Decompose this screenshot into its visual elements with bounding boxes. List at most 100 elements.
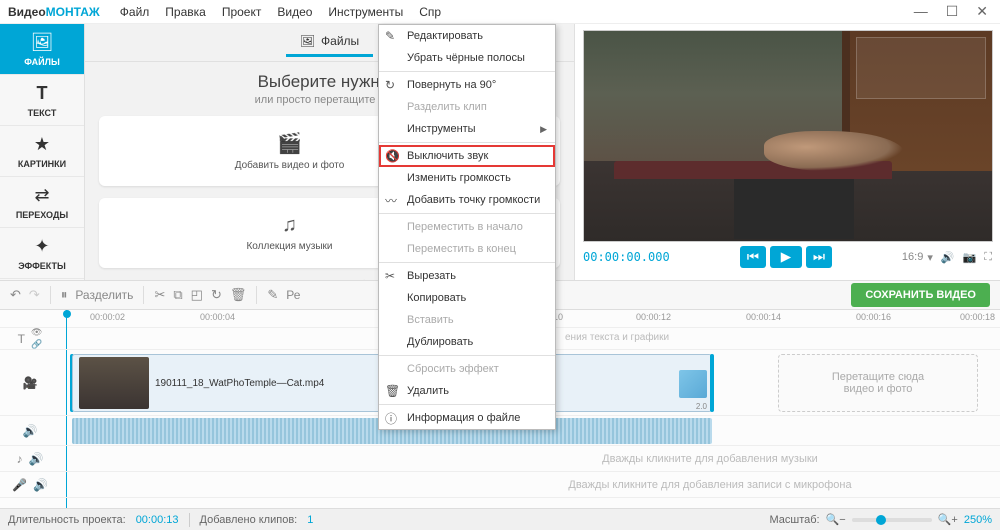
minimize-icon[interactable]: —: [910, 3, 932, 20]
mic-track-hint: Дважды кликните для добавления записи с …: [440, 479, 980, 491]
sidebar-item-text[interactable]: T ТЕКСТ: [0, 75, 84, 126]
menu-item-label: Вырезать: [407, 270, 456, 282]
preview-video[interactable]: [583, 30, 993, 242]
zoom-out-icon[interactable]: 🔍−: [826, 513, 846, 526]
edit-button[interactable]: Ре: [286, 288, 300, 302]
menu-item-label: Копировать: [407, 292, 466, 304]
prev-button[interactable]: ⏮: [740, 246, 766, 268]
crop-icon[interactable]: ◰: [191, 287, 203, 303]
context-menu-item[interactable]: Изменить громкость: [379, 167, 555, 189]
zoom-slider[interactable]: [852, 518, 932, 522]
menu-separator: [379, 71, 555, 72]
copy-icon[interactable]: ⧉: [173, 287, 182, 303]
play-button[interactable]: ▶: [770, 246, 802, 268]
clapper-icon: 🎬: [277, 131, 302, 156]
preview-panel: 00:00:00.000 ⏮ ▶ ⏭ 16:9 ▾ 🔊 📷 ⛶: [575, 24, 1000, 280]
menu-item-label: Выключить звук: [407, 150, 488, 162]
volume-icon[interactable]: 🔊: [941, 251, 955, 264]
menu-edit[interactable]: Правка: [165, 5, 206, 19]
menu-help[interactable]: Спр: [419, 5, 441, 19]
split-icon[interactable]: ⏸: [61, 287, 68, 303]
sidebar-item-label: ФАЙЛЫ: [24, 57, 60, 67]
clips-value: 1: [307, 514, 313, 526]
delete-icon[interactable]: 🗑: [230, 287, 247, 303]
context-menu-item[interactable]: 🔇Выключить звук: [379, 145, 555, 167]
sidebar: 🖼 ФАЙЛЫ T ТЕКСТ ★ КАРТИНКИ ⇄ ПЕРЕХОДЫ ✦ …: [0, 24, 85, 280]
statusbar: Длительность проекта: 00:00:13 Добавлено…: [0, 508, 1000, 530]
save-video-button[interactable]: СОХРАНИТЬ ВИДЕО: [851, 283, 990, 307]
clips-label: Добавлено клипов:: [200, 514, 298, 526]
ruler-mark: 00:00:18: [960, 312, 995, 322]
aspect-ratio-selector[interactable]: 16:9 ▾: [902, 251, 933, 264]
duration-value: 00:00:13: [136, 514, 179, 526]
context-menu-item[interactable]: 〰Добавить точку громкости: [379, 189, 555, 211]
zoom-in-icon[interactable]: 🔍+: [938, 513, 958, 526]
maximize-icon[interactable]: ☐: [942, 3, 963, 20]
tab-files[interactable]: 🖼 Файлы: [286, 28, 373, 57]
track-music[interactable]: ♪🔊 Дважды кликните для добавления музыки: [0, 446, 1000, 472]
next-button[interactable]: ⏭: [806, 246, 832, 268]
app-logo: ВидеоМОНТАЖ: [8, 5, 100, 19]
context-menu-item[interactable]: ✂Вырезать: [379, 265, 555, 287]
speaker-icon[interactable]: 🔊: [33, 478, 48, 492]
redo-icon[interactable]: ↷: [29, 287, 40, 303]
video-drop-target[interactable]: Перетащите сюда видео и фото: [778, 354, 978, 412]
menu-video[interactable]: Видео: [277, 5, 312, 19]
context-menu-item[interactable]: Инструменты▶: [379, 118, 555, 140]
eye-icon[interactable]: 👁: [31, 327, 42, 338]
menu-item-icon: 🗑: [385, 384, 400, 398]
clip-thumbnail: [79, 357, 149, 409]
menu-item-label: Вставить: [407, 314, 454, 326]
context-menu-item[interactable]: ✎Редактировать: [379, 25, 555, 47]
speaker-icon[interactable]: 🔊: [23, 424, 38, 438]
sidebar-item-images[interactable]: ★ КАРТИНКИ: [0, 126, 84, 177]
context-menu-item[interactable]: Копировать: [379, 287, 555, 309]
effects-icon: ✦: [34, 236, 49, 257]
menu-item-label: Информация о файле: [407, 412, 520, 424]
close-icon[interactable]: ✕: [972, 3, 992, 20]
sidebar-item-effects[interactable]: ✦ ЭФФЕКТЫ: [0, 228, 84, 279]
preview-controls: 00:00:00.000 ⏮ ▶ ⏭ 16:9 ▾ 🔊 📷 ⛶: [581, 242, 994, 272]
context-menu-item: Переместить в конец: [379, 238, 555, 260]
menu-item-label: Изменить громкость: [407, 172, 511, 184]
fullscreen-icon[interactable]: ⛶: [984, 251, 992, 264]
snapshot-icon[interactable]: 📷: [963, 251, 977, 264]
context-menu-item[interactable]: Дублировать: [379, 331, 555, 353]
context-menu-item[interactable]: ↻ Повернуть на 90°: [379, 74, 555, 96]
tile-label: Коллекция музыки: [246, 241, 332, 253]
mic-track-icon: 🎤: [12, 478, 27, 492]
menu-item-label: Повернуть на 90°: [407, 79, 496, 91]
video-track-icon: 🎥: [23, 376, 38, 390]
menu-item-label: Сбросить эффект: [407, 363, 499, 375]
tab-label: Файлы: [321, 34, 359, 48]
transition-thumb[interactable]: [679, 370, 707, 398]
clip-handle-right[interactable]: [710, 354, 714, 412]
speaker-icon[interactable]: 🔊: [29, 452, 44, 466]
context-menu-item: Разделить клип: [379, 96, 555, 118]
sidebar-item-label: ЭФФЕКТЫ: [18, 261, 66, 271]
star-icon: ★: [34, 134, 50, 155]
menu-item-label: Разделить клип: [407, 101, 487, 113]
menu-file[interactable]: Файл: [120, 5, 150, 19]
sidebar-item-files[interactable]: 🖼 ФАЙЛЫ: [0, 24, 84, 75]
files-icon: 🖼: [31, 32, 54, 53]
context-menu-item[interactable]: Убрать чёрные полосы: [379, 47, 555, 69]
menu-tools[interactable]: Инструменты: [328, 5, 403, 19]
context-menu-item: Сбросить эффект: [379, 358, 555, 380]
link-icon[interactable]: 🔗: [31, 339, 42, 350]
track-mic[interactable]: 🎤 🔊 Дважды кликните для добавления записи…: [0, 472, 1000, 498]
ruler-mark: 00:00:12: [636, 312, 671, 322]
sidebar-item-transitions[interactable]: ⇄ ПЕРЕХОДЫ: [0, 177, 84, 228]
rotate-icon[interactable]: ↻: [211, 287, 222, 303]
cut-icon[interactable]: ✂: [154, 287, 165, 303]
edit-icon[interactable]: ✎: [267, 287, 278, 303]
menu-item-icon: ✎: [385, 29, 395, 43]
undo-icon[interactable]: ↶: [10, 287, 21, 303]
context-menu-item[interactable]: ⓘИнформация о файле: [379, 407, 555, 429]
menu-item-icon: ↻: [385, 78, 395, 92]
split-button[interactable]: Разделить: [75, 288, 133, 302]
context-menu-item[interactable]: 🗑Удалить: [379, 380, 555, 402]
menu-separator: [379, 355, 555, 356]
menu-project[interactable]: Проект: [222, 5, 262, 19]
zoom-controls: Масштаб: 🔍− 🔍+ 250%: [769, 513, 992, 526]
